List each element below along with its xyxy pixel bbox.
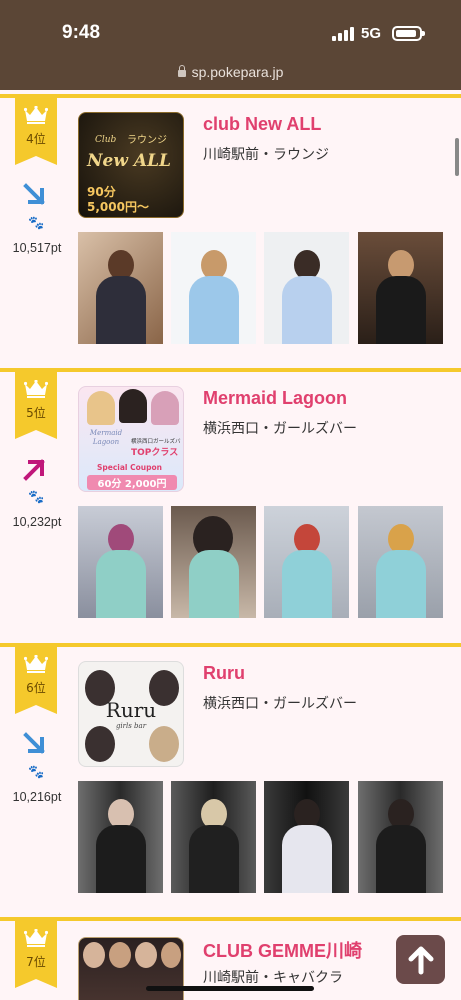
- paw-icon: 🐾: [28, 216, 45, 231]
- cast-photo[interactable]: [171, 506, 256, 618]
- shop-name-link[interactable]: Ruru: [203, 663, 245, 684]
- cast-photo[interactable]: [78, 232, 163, 344]
- banner-cast-image: [87, 391, 115, 425]
- banner-logo: New ALL: [87, 151, 172, 171]
- cast-photo[interactable]: [78, 506, 163, 618]
- banner-cast-image: [83, 942, 105, 968]
- ranking-card[interactable]: 4位 🐾 10,517pt ラウンジ Club New ALL 90分 5,00…: [0, 94, 461, 369]
- shop-banner[interactable]: Mermaid Lagoon 横浜西口ガールズバー TOPクラス Special…: [78, 386, 184, 492]
- banner-headline: TOPクラス: [131, 448, 179, 458]
- points-label: 10,216pt: [12, 790, 62, 804]
- banner-cast-image: [161, 942, 181, 968]
- battery-icon: [392, 26, 425, 41]
- points-label: 10,232pt: [12, 515, 62, 529]
- rank-badge: 4位: [15, 98, 57, 165]
- cast-photo[interactable]: [358, 781, 443, 893]
- ranking-card[interactable]: 6位 🐾 10,216pt Ruru girls bar Ruru 横浜西口・ガ…: [0, 643, 461, 918]
- cast-photo[interactable]: [78, 781, 163, 893]
- home-indicator: [146, 986, 314, 991]
- scroll-to-top-button[interactable]: [396, 935, 445, 984]
- shop-area: 横浜西口・ガールズバー: [203, 696, 357, 712]
- cast-photos: [78, 781, 443, 893]
- browser-top-bar: 9:48 5G sp.pokepara.jp: [0, 0, 461, 90]
- rank-badge: 5位: [15, 372, 57, 439]
- rank-label: 7位: [26, 955, 46, 969]
- crown-icon: [24, 106, 48, 124]
- banner-cast-image: [135, 942, 157, 968]
- rank-label: 6位: [26, 681, 46, 695]
- arrow-up-icon: [408, 946, 433, 974]
- banner-cast-image: [149, 726, 179, 762]
- status-time: 9:48: [62, 22, 101, 43]
- banner-logo: Ruru: [105, 698, 157, 722]
- shop-banner[interactable]: Ruru girls bar: [78, 661, 184, 767]
- rank-label: 5位: [26, 406, 46, 420]
- shop-area: 横浜西口・ガールズバー: [203, 421, 357, 437]
- banner-club-label: Club: [95, 135, 117, 145]
- shop-area: 川崎駅前・キャバクラ: [203, 970, 343, 986]
- banner-subtitle: girls bar: [115, 722, 147, 730]
- rank-label: 4位: [26, 132, 46, 146]
- banner-price: 5,000円〜: [87, 200, 149, 214]
- ranking-card[interactable]: 5位 🐾 10,232pt Mermaid Lagoon 横浜西口ガールズバー …: [0, 368, 461, 643]
- banner-cast-image: [119, 389, 147, 423]
- paw-icon: 🐾: [28, 490, 45, 505]
- cast-photo[interactable]: [264, 506, 349, 618]
- scrollbar-thumb[interactable]: [455, 138, 459, 176]
- banner-cast-image: [109, 942, 131, 968]
- crown-icon: [24, 655, 48, 673]
- network-label: 5G: [361, 25, 382, 42]
- crown-icon: [24, 380, 48, 398]
- rank-badge: 6位: [15, 647, 57, 714]
- shop-name-link[interactable]: CLUB GEMME川崎: [203, 937, 362, 963]
- shop-area: 川崎駅前・ラウンジ: [203, 147, 329, 163]
- shop-name-link[interactable]: club New ALL: [203, 114, 321, 135]
- banner-cast-image: [85, 726, 115, 762]
- cast-photos: [78, 506, 443, 618]
- signal-icon: [332, 27, 354, 41]
- rank-badge: 7位: [15, 921, 57, 988]
- banner-logo: Mermaid Lagoon: [89, 429, 123, 446]
- cast-photo[interactable]: [358, 506, 443, 618]
- url-text: sp.pokepara.jp: [191, 64, 284, 80]
- crown-icon: [24, 929, 48, 947]
- shop-banner[interactable]: ラウンジ Club New ALL 90分 5,000円〜: [78, 112, 184, 218]
- banner-category: ラウンジ: [127, 135, 167, 146]
- points-label: 10,517pt: [12, 241, 62, 255]
- cast-photo[interactable]: [171, 781, 256, 893]
- paw-icon: 🐾: [28, 765, 45, 780]
- banner-cast-image: [151, 391, 179, 425]
- url-bar[interactable]: sp.pokepara.jp: [0, 64, 461, 80]
- trend-down-arrow-icon: [23, 183, 45, 205]
- shop-name-link[interactable]: Mermaid Lagoon: [203, 388, 347, 409]
- lock-icon: [177, 65, 186, 77]
- cast-photo[interactable]: [264, 781, 349, 893]
- cast-photo[interactable]: [171, 232, 256, 344]
- trend-down-arrow-icon: [23, 732, 45, 754]
- trend-up-arrow-icon: [23, 459, 45, 481]
- banner-coupon: Special Coupon: [97, 463, 162, 472]
- banner-price: 60分 2,000円: [87, 475, 177, 490]
- cast-photo[interactable]: [264, 232, 349, 344]
- cast-photo[interactable]: [358, 232, 443, 344]
- cast-photos: [78, 232, 443, 344]
